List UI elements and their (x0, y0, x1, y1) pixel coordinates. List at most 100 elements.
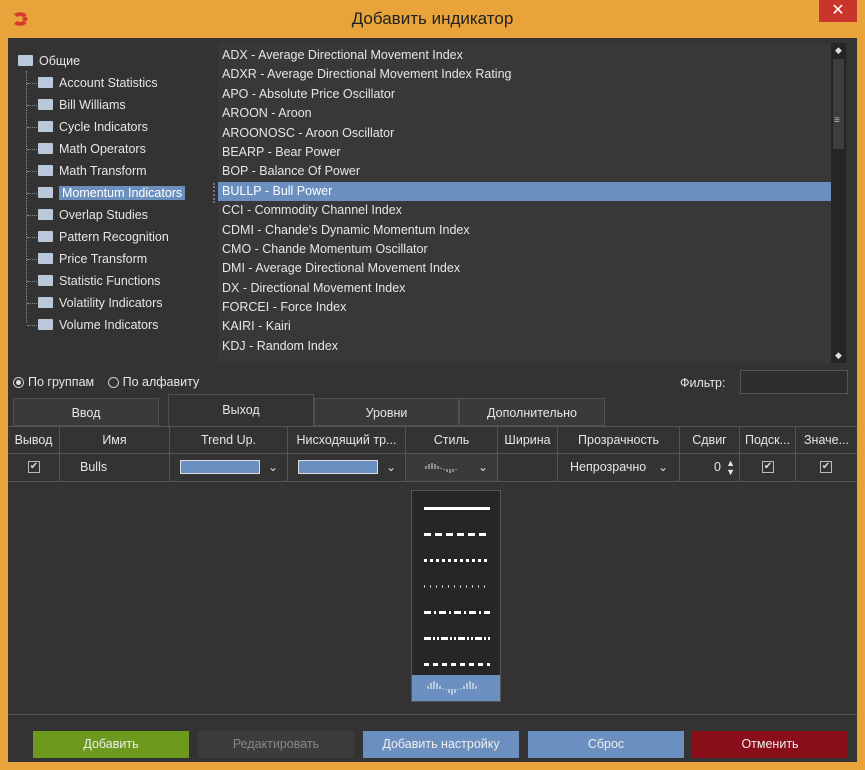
list-item[interactable]: CDMI - Chande's Dynamic Momentum Index (218, 221, 846, 240)
list-item[interactable]: APO - Absolute Price Oscillator (218, 85, 846, 104)
list-item[interactable]: ADXR - Average Directional Movement Inde… (218, 65, 846, 84)
tree-item[interactable]: Cycle Indicators (38, 117, 148, 137)
list-scrollbar[interactable]: ◆ ≡ ◆ (831, 43, 846, 363)
tree-item[interactable]: Momentum Indicators (38, 183, 186, 203)
col-width[interactable]: Ширина (498, 427, 558, 454)
scroll-up-icon[interactable]: ◆ (831, 45, 846, 56)
style-option-dash-dot-dot[interactable] (412, 625, 500, 651)
list-item[interactable]: CMO - Chande Momentum Oscillator (218, 240, 846, 259)
transparency-value: Непрозрачно (570, 460, 647, 474)
edit-button[interactable]: Редактировать (198, 731, 354, 758)
list-item[interactable]: AROONOSC - Aroon Oscillator (218, 124, 846, 143)
tree-branch (27, 83, 37, 84)
style-option-dot[interactable] (412, 547, 500, 573)
tree-item[interactable]: Volume Indicators (38, 315, 158, 335)
tree-item[interactable]: Math Operators (38, 139, 146, 159)
radio-by-alpha-label: По алфавиту (122, 375, 200, 389)
list-item[interactable]: KAIRI - Kairi (218, 317, 846, 336)
list-item[interactable]: KDJ - Random Index (218, 337, 846, 356)
tree-root-label: Общие (39, 54, 81, 68)
value-checkbox[interactable]: ✔ (820, 461, 832, 473)
style-option-solid[interactable] (412, 495, 500, 521)
tree-branch (27, 171, 37, 172)
col-transparency[interactable]: Прозрачность (558, 427, 680, 454)
tree-branch (27, 303, 37, 304)
chevron-down-icon[interactable]: ⌄ (268, 454, 278, 481)
radio-unchecked-icon (107, 377, 119, 388)
radio-by-group[interactable]: По группам (13, 375, 94, 389)
list-item[interactable]: DMI - Average Directional Movement Index (218, 259, 846, 278)
cancel-button[interactable]: Отменить (692, 731, 848, 758)
filter-input[interactable] (740, 370, 848, 394)
add-button[interactable]: Добавить (33, 731, 189, 758)
list-item[interactable]: DX - Directional Movement Index (218, 279, 846, 298)
list-item[interactable]: BOP - Balance Of Power (218, 162, 846, 181)
style-option-dash-dot[interactable] (412, 599, 500, 625)
tab-output[interactable]: Выход (168, 394, 314, 426)
tab-levels[interactable]: Уровни (314, 398, 459, 426)
long-dash-line-icon (424, 663, 490, 666)
tab-additional[interactable]: Дополнительно (459, 398, 605, 426)
histogram-line-icon (427, 681, 477, 695)
sparse-dot-line-icon (424, 585, 490, 588)
tree-item[interactable]: Statistic Functions (38, 271, 160, 291)
title-bar: Добавить индикатор ✕ (0, 0, 865, 38)
list-item[interactable]: BEARP - Bear Power (218, 143, 846, 162)
trend-down-color-swatch[interactable] (298, 460, 378, 474)
style-option-sparse-dot[interactable] (412, 573, 500, 599)
value-cell: ✔ (796, 454, 857, 481)
col-shift[interactable]: Сдвиг (680, 427, 740, 454)
tree-item[interactable]: Account Statistics (38, 73, 158, 93)
list-item[interactable]: AROON - Aroon (218, 104, 846, 123)
hint-checkbox[interactable]: ✔ (762, 461, 774, 473)
chevron-down-icon[interactable]: ⌄ (386, 454, 396, 481)
chevron-down-icon[interactable]: ⌄ (478, 454, 488, 481)
shift-cell[interactable]: 0 ▲ ▼ (680, 454, 740, 481)
reset-button[interactable]: Сброс (528, 731, 684, 758)
width-cell[interactable] (498, 454, 558, 481)
transparency-cell[interactable]: Непрозрачно ⌄ (558, 454, 680, 481)
style-option-histogram[interactable] (412, 675, 500, 701)
tree-item[interactable]: Volatility Indicators (38, 293, 163, 313)
radio-by-alpha[interactable]: По алфавиту (107, 375, 200, 389)
col-trend-up[interactable]: Trend Up. (170, 427, 288, 454)
tab-input[interactable]: Ввод (13, 398, 159, 426)
folder-icon (38, 99, 53, 110)
spinner-icon[interactable]: ▲ ▼ (726, 454, 735, 477)
tree-item[interactable]: Pattern Recognition (38, 227, 169, 247)
dash-dot-line-icon (424, 611, 490, 614)
scroll-down-icon[interactable]: ◆ (831, 350, 846, 361)
list-item[interactable]: BULLP - Bull Power (218, 181, 836, 202)
list-item[interactable]: CCI - Commodity Channel Index (218, 201, 846, 220)
add-setting-button[interactable]: Добавить настройку (363, 731, 519, 758)
tree-item-label: Momentum Indicators (59, 186, 186, 200)
tree-item[interactable]: Price Transform (38, 249, 147, 269)
tree-item[interactable]: Bill Williams (38, 95, 126, 115)
col-trend-down[interactable]: Нисходящий тр... (288, 427, 406, 454)
close-button[interactable]: ✕ (819, 0, 857, 22)
tree-item-label: Math Operators (59, 142, 146, 156)
indicator-list: ADX - Average Directional Movement Index… (218, 43, 846, 363)
list-item[interactable]: ADX - Average Directional Movement Index (218, 46, 846, 65)
trend-up-color-swatch[interactable] (180, 460, 260, 474)
scroll-thumb[interactable] (833, 59, 844, 149)
output-checkbox[interactable]: ✔ (28, 461, 40, 473)
tree-item[interactable]: Overlap Studies (38, 205, 148, 225)
col-style[interactable]: Стиль (406, 427, 498, 454)
col-output[interactable]: Вывод (8, 427, 60, 454)
style-option-long-dash[interactable] (412, 651, 500, 677)
tree-root[interactable]: Общие (18, 51, 80, 71)
tree-item[interactable]: Math Transform (38, 161, 147, 181)
tree-branch (27, 127, 37, 128)
list-item[interactable]: FORCEI - Force Index (218, 298, 846, 317)
tree-branch (27, 105, 37, 106)
chevron-down-icon[interactable]: ⌄ (658, 454, 668, 481)
col-hint[interactable]: Подск... (740, 427, 796, 454)
style-cell[interactable]: ⌄ (406, 454, 498, 481)
col-value[interactable]: Значе... (796, 427, 857, 454)
name-cell[interactable]: Bulls (60, 454, 170, 481)
trend-down-cell[interactable]: ⌄ (288, 454, 406, 481)
trend-up-cell[interactable]: ⌄ (170, 454, 288, 481)
col-name[interactable]: Имя (60, 427, 170, 454)
style-option-dash[interactable] (412, 521, 500, 547)
